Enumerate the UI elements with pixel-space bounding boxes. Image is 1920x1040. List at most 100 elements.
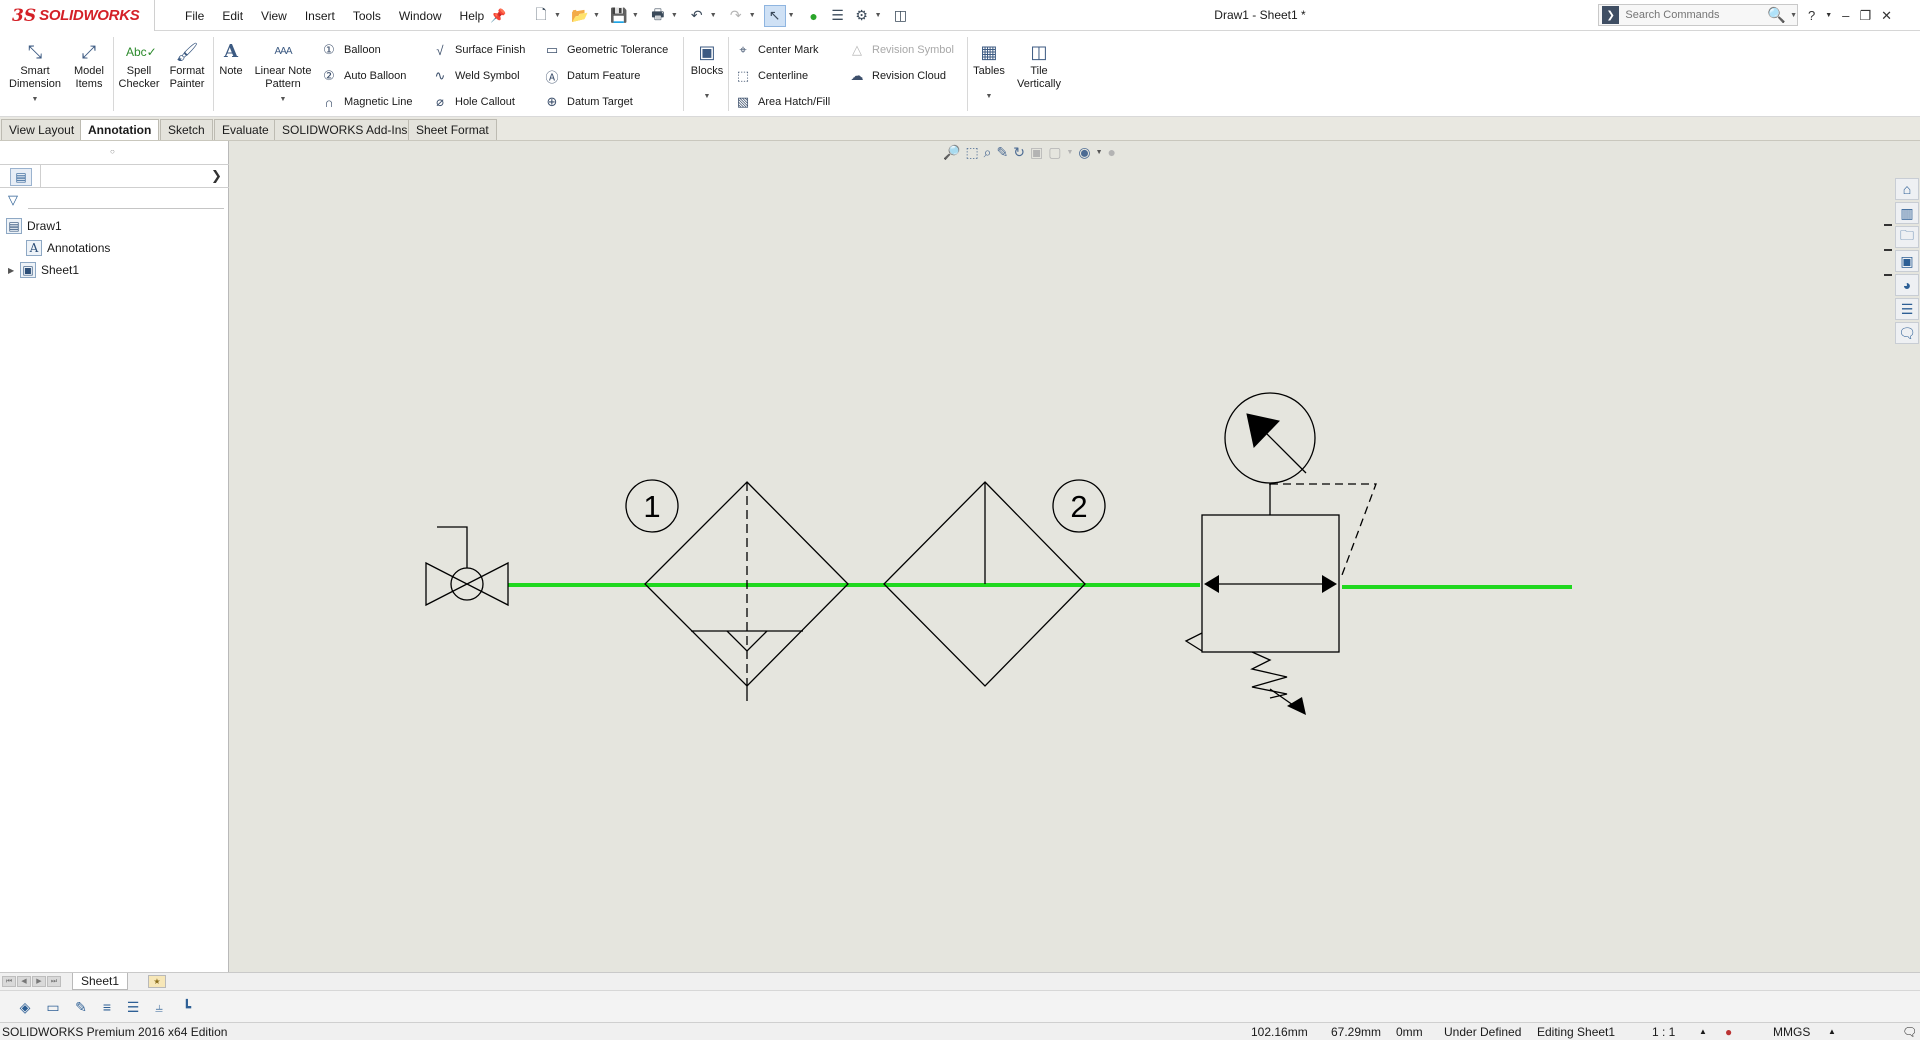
chevron-right-icon[interactable]: ❯ [211, 168, 222, 184]
centerline-button[interactable]: ⬚ Centerline [734, 66, 808, 86]
hide-show-edges-icon[interactable]: ⫨ [148, 997, 170, 1017]
design-library-icon[interactable]: ▥ [1895, 202, 1919, 224]
surface-finish-button[interactable]: √ Surface Finish [431, 40, 525, 60]
line-color-icon[interactable]: ✎ [70, 997, 92, 1017]
scale-up-icon[interactable]: ▲ [1699, 1027, 1707, 1036]
menu-edit[interactable]: Edit [213, 9, 252, 23]
open-icon[interactable]: 📂 [569, 5, 591, 27]
tile-vertically-button[interactable]: ◫ Tile Vertically [1011, 41, 1067, 91]
rebuild-status-icon[interactable]: ● [1725, 1025, 1732, 1039]
unit-system[interactable]: MMGS [1773, 1025, 1810, 1039]
geometric-tolerance-button[interactable]: ▭ Geometric Tolerance [543, 40, 668, 60]
center-mark-button[interactable]: ⌖ Center Mark [734, 40, 818, 60]
tab-evaluate[interactable]: Evaluate [214, 119, 277, 140]
new-dropdown-icon[interactable]: ▼ [554, 12, 561, 19]
next-sheet-icon[interactable]: ▶ [32, 976, 46, 987]
pressure-regulator-symbol[interactable] [1184, 481, 1377, 713]
undo-dropdown-icon[interactable]: ▼ [710, 12, 717, 19]
file-properties-icon[interactable]: ☰ [827, 5, 849, 27]
redo-icon[interactable]: ↷ [725, 5, 747, 27]
revision-cloud-button[interactable]: ☁ Revision Cloud [848, 66, 946, 86]
pressure-gauge-symbol[interactable] [1224, 392, 1316, 484]
expand-icon[interactable]: ▶ [8, 266, 18, 275]
panel-grip-icon[interactable]: ○ [110, 147, 115, 156]
note-button[interactable]: A Note [215, 41, 247, 78]
shutoff-valve-symbol[interactable] [425, 526, 509, 607]
forum-icon[interactable]: 🗨 [1895, 322, 1919, 344]
balloon-1[interactable]: 1 [625, 479, 679, 533]
tab-sheet-format[interactable]: Sheet Format [408, 119, 497, 140]
last-sheet-icon[interactable]: ⏭ [47, 976, 61, 987]
help-icon[interactable]: ? [1808, 8, 1815, 23]
line-thickness-icon[interactable]: ≡ [96, 997, 118, 1017]
minimize-icon[interactable]: – [1842, 8, 1849, 23]
revision-symbol-button[interactable]: △ Revision Symbol [848, 40, 954, 60]
auto-balloon-button[interactable]: ② Auto Balloon [320, 66, 406, 86]
sheet-tab-sheet1[interactable]: Sheet1 [72, 973, 129, 990]
search-commands[interactable]: ❯ 🔍 ▼ [1598, 4, 1798, 26]
linear-note-pattern-button[interactable]: AAA Linear Note Pattern ▼ [249, 41, 317, 106]
filter-symbol[interactable] [644, 481, 849, 701]
options-icon[interactable]: ⚙ [851, 5, 873, 27]
rebuild-icon[interactable]: ● [803, 5, 825, 27]
open-dropdown-icon[interactable]: ▼ [593, 12, 600, 19]
format-painter-button[interactable]: 🖌 Format Painter [164, 41, 210, 91]
tables-dropdown-icon[interactable]: ▼ [971, 90, 1007, 103]
blocks-dropdown-icon[interactable]: ▼ [688, 90, 726, 103]
tab-sketch[interactable]: Sketch [160, 119, 213, 140]
spell-checker-button[interactable]: Abc✓ Spell Checker [116, 41, 162, 91]
chat-icon[interactable]: 🗨 [1902, 1025, 1917, 1039]
filter-icon[interactable]: ▽ [8, 192, 18, 208]
first-sheet-icon[interactable]: ⏮ [2, 976, 16, 987]
previous-sheet-icon[interactable]: ◀ [17, 976, 31, 987]
pin-menu-icon[interactable]: 📌 [490, 8, 506, 24]
balloon-button[interactable]: ① Balloon [320, 40, 381, 60]
menu-view[interactable]: View [252, 9, 296, 23]
options-dropdown-icon[interactable]: ▼ [875, 12, 882, 19]
select-dropdown-icon[interactable]: ▼ [788, 12, 795, 19]
smart-dimension-button[interactable]: ⤡ Smart Dimension ▼ [4, 41, 66, 106]
undo-icon[interactable]: ↶ [686, 5, 708, 27]
save-icon[interactable]: 💾 [608, 5, 630, 27]
graphics-area[interactable]: 🔎 ⬚ ⌕ ✎ ↻ ▣ ▢ ▼ ◉ ▼ ● 1 2 ⌂ ▥ 🗀 ▣ ◕ ☰ 🗨 [229, 141, 1920, 972]
line-style-icon[interactable]: ☰ [122, 997, 144, 1017]
magnifier-icon[interactable]: 🔍 [1767, 6, 1786, 24]
area-hatch-fill-button[interactable]: ▧ Area Hatch/Fill [734, 92, 830, 112]
tables-button[interactable]: ▦ Tables ▼ [971, 41, 1007, 103]
units-up-icon[interactable]: ▲ [1828, 1027, 1836, 1036]
search-dropdown-icon[interactable]: ▼ [1790, 12, 1797, 19]
datum-feature-button[interactable]: Ⓐ Datum Feature [543, 66, 640, 86]
line-format-icon[interactable]: ┗ [176, 997, 198, 1017]
redo-dropdown-icon[interactable]: ▼ [749, 12, 756, 19]
linear-note-pattern-dropdown-icon[interactable]: ▼ [249, 93, 317, 106]
menu-window[interactable]: Window [390, 9, 451, 23]
help-dropdown-icon[interactable]: ▼ [1825, 12, 1832, 19]
hole-callout-button[interactable]: ⌀ Hole Callout [431, 92, 515, 112]
print-icon[interactable]: 🖶 [647, 5, 669, 27]
view-palette-icon[interactable]: ▣ [1895, 250, 1919, 272]
sheet-scale[interactable]: 1 : 1 [1652, 1025, 1675, 1039]
menu-tools[interactable]: Tools [344, 9, 390, 23]
tree-item-sheet1[interactable]: ▶ ▣ Sheet1 [8, 260, 79, 280]
custom-properties-icon[interactable]: ☰ [1895, 298, 1919, 320]
datum-target-button[interactable]: ⊕ Datum Target [543, 92, 633, 112]
print-dropdown-icon[interactable]: ▼ [671, 12, 678, 19]
add-sheet-icon[interactable]: ★ [148, 975, 166, 988]
magnetic-line-button[interactable]: ∩ Magnetic Line [320, 92, 412, 112]
menu-file[interactable]: File [176, 9, 213, 23]
menu-help[interactable]: Help [451, 9, 494, 23]
layer-properties-icon[interactable]: ◈ [14, 997, 36, 1017]
search-input[interactable] [1625, 9, 1766, 21]
select-icon[interactable]: ↖ [763, 4, 786, 27]
new-document-icon[interactable]: 🗋 [530, 5, 552, 27]
model-items-button[interactable]: ⤢ Model Items [68, 41, 110, 91]
restore-icon[interactable]: ❐ [1859, 8, 1871, 24]
feature-tree-tab-icon[interactable]: ▤ [10, 168, 32, 186]
tab-view-layout[interactable]: View Layout [1, 119, 83, 140]
menu-insert[interactable]: Insert [296, 9, 344, 23]
save-dropdown-icon[interactable]: ▼ [632, 12, 639, 19]
blocks-button[interactable]: ▣ Blocks ▼ [688, 41, 726, 103]
file-explorer-icon[interactable]: 🗀 [1895, 226, 1919, 248]
layout-icon[interactable]: ◫ [890, 5, 912, 27]
smart-dimension-dropdown-icon[interactable]: ▼ [4, 93, 66, 106]
